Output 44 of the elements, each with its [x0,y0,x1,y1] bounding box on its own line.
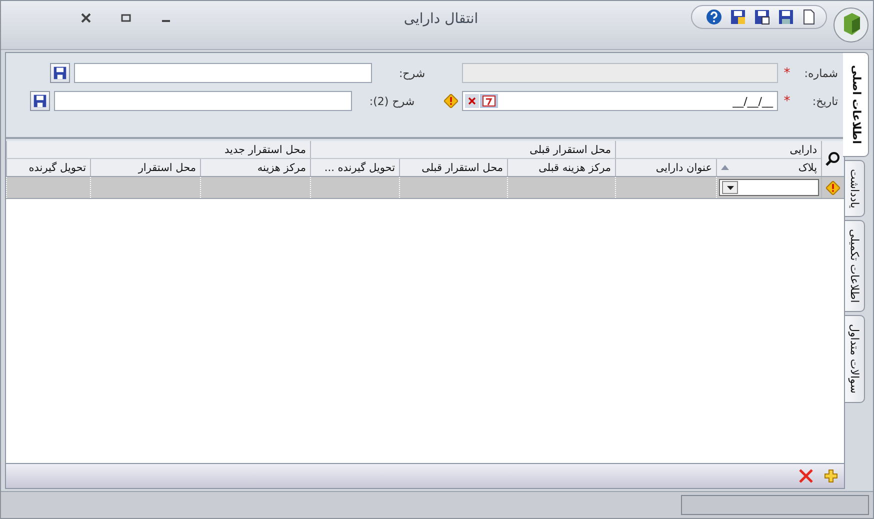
side-tab[interactable]: یادداشت [845,160,865,218]
warning-icon [826,180,840,194]
warning-icon [444,94,458,108]
group-header: محل استقرار قبلی [310,141,615,158]
input-field[interactable] [74,63,372,83]
field-label: شرح (2): [368,94,416,108]
input-field[interactable] [54,91,352,111]
clear-icon[interactable] [465,94,479,108]
column-header[interactable]: محل استقرار [90,159,200,176]
save-button[interactable] [30,91,50,111]
column-header[interactable]: مرکز هزینه قبلی [507,159,615,176]
required-mark: * [782,66,792,80]
side-tab[interactable]: اطلاعات اصلی [843,52,869,158]
column-header[interactable]: تحویل گیرنده [6,159,90,176]
app-logo-icon[interactable] [833,7,869,43]
column-header[interactable]: مرکز هزینه [200,159,310,176]
save-button[interactable] [50,63,70,83]
caret-icon[interactable] [726,186,734,190]
window-title: انتقال دارایی [402,11,480,27]
group-header: محل استقرار جدید [6,141,310,158]
column-header[interactable]: تحویل گیرنده ... [310,159,399,176]
field-label: تاریخ: [811,94,838,108]
add-icon[interactable] [824,469,838,483]
group-header: دارایی [615,141,821,158]
side-tab[interactable]: اطلاعات تکمیلی [845,220,865,312]
new-document-icon[interactable] [802,9,816,25]
column-header[interactable]: پلاک [716,159,821,176]
side-tab[interactable]: سوالات متداول [845,315,865,403]
calendar-icon[interactable] [480,94,498,108]
help-icon[interactable] [706,9,722,25]
column-header[interactable]: عنوان دارایی [615,159,716,176]
delete-icon[interactable] [798,468,814,484]
field-label: شرح: [398,66,426,80]
field-label: شماره: [803,66,838,80]
column-header[interactable]: محل استقرار قبلی [399,159,507,176]
search-icon[interactable] [825,150,841,166]
dropdown-field[interactable] [719,179,819,196]
save-close-icon[interactable] [730,9,746,25]
save-as-icon[interactable] [754,9,770,25]
date-field[interactable]: __/__/__ [462,91,778,111]
required-mark: * [782,94,792,108]
close-icon[interactable] [81,13,91,23]
maximize-icon[interactable] [121,13,131,23]
save-icon[interactable] [778,9,794,25]
